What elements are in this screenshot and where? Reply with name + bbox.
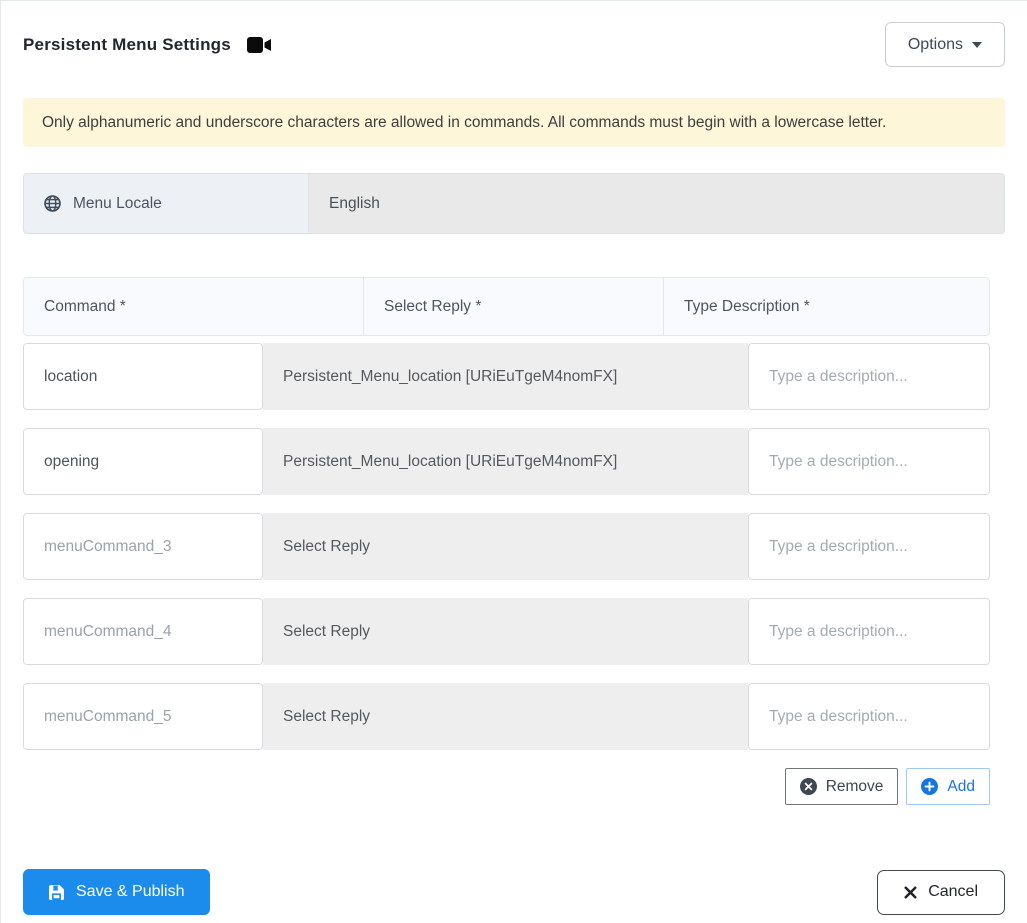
panel-footer: Save & Publish Cancel (23, 869, 1005, 915)
remove-button[interactable]: Remove (784, 768, 899, 805)
select-reply-dropdown[interactable]: Persistent_Menu_location [URiEuTgeM4nomF… (263, 428, 748, 495)
column-header-command: Command * (24, 278, 364, 335)
command-row: Select Reply (23, 683, 990, 750)
description-input[interactable] (748, 683, 990, 750)
row-actions: Remove Add (23, 768, 990, 805)
video-camera-icon (246, 36, 272, 53)
alert-text: Only alphanumeric and underscore charact… (42, 113, 887, 131)
cancel-button-label: Cancel (928, 883, 978, 900)
table-header: Command * Select Reply * Type Descriptio… (23, 277, 990, 336)
menu-locale-group: Menu Locale English (23, 173, 1005, 234)
command-row: Select Reply (23, 598, 990, 665)
chevron-down-icon (972, 41, 982, 48)
add-button-label: Add (947, 777, 975, 795)
command-row: Select Reply (23, 513, 990, 580)
command-input[interactable] (23, 598, 263, 665)
menu-locale-select[interactable]: English (309, 173, 1005, 234)
page-title: Persistent Menu Settings (23, 34, 231, 54)
command-row: Persistent_Menu_location [URiEuTgeM4nomF… (23, 428, 990, 495)
save-icon (48, 884, 65, 901)
command-row: Persistent_Menu_location [URiEuTgeM4nomF… (23, 343, 990, 410)
description-input[interactable] (748, 428, 990, 495)
description-input[interactable] (748, 513, 990, 580)
command-input[interactable] (23, 513, 263, 580)
command-input[interactable] (23, 343, 263, 410)
persistent-menu-settings-panel: Persistent Menu Settings Options Only al… (0, 0, 1027, 923)
panel-header: Persistent Menu Settings Options (23, 22, 1005, 67)
command-rows: Persistent_Menu_location [URiEuTgeM4nomF… (23, 343, 990, 750)
select-reply-dropdown[interactable]: Persistent_Menu_location [URiEuTgeM4nomF… (263, 343, 748, 410)
save-publish-button-label: Save & Publish (76, 883, 185, 900)
command-input[interactable] (23, 683, 263, 750)
circle-x-icon (799, 778, 817, 795)
options-button-label: Options (907, 35, 963, 53)
circle-plus-icon (921, 778, 939, 795)
select-reply-dropdown[interactable]: Select Reply (263, 683, 748, 750)
cancel-button[interactable]: Cancel (877, 869, 1005, 915)
description-input[interactable] (748, 598, 990, 665)
column-header-select-reply: Select Reply * (364, 278, 664, 335)
command-input[interactable] (23, 428, 263, 495)
select-reply-dropdown[interactable]: Select Reply (263, 598, 748, 665)
x-icon (904, 885, 917, 899)
save-publish-button[interactable]: Save & Publish (23, 869, 210, 915)
menu-locale-label-text: Menu Locale (73, 194, 162, 212)
remove-button-label: Remove (825, 777, 884, 795)
column-header-type-description: Type Description * (684, 297, 810, 315)
globe-icon (44, 195, 61, 212)
alert-banner: Only alphanumeric and underscore charact… (23, 98, 1005, 147)
menu-locale-label: Menu Locale (23, 173, 309, 234)
add-button[interactable]: Add (906, 768, 990, 805)
select-reply-dropdown[interactable]: Select Reply (263, 513, 748, 580)
options-button[interactable]: Options (884, 22, 1005, 67)
description-input[interactable] (748, 343, 990, 410)
